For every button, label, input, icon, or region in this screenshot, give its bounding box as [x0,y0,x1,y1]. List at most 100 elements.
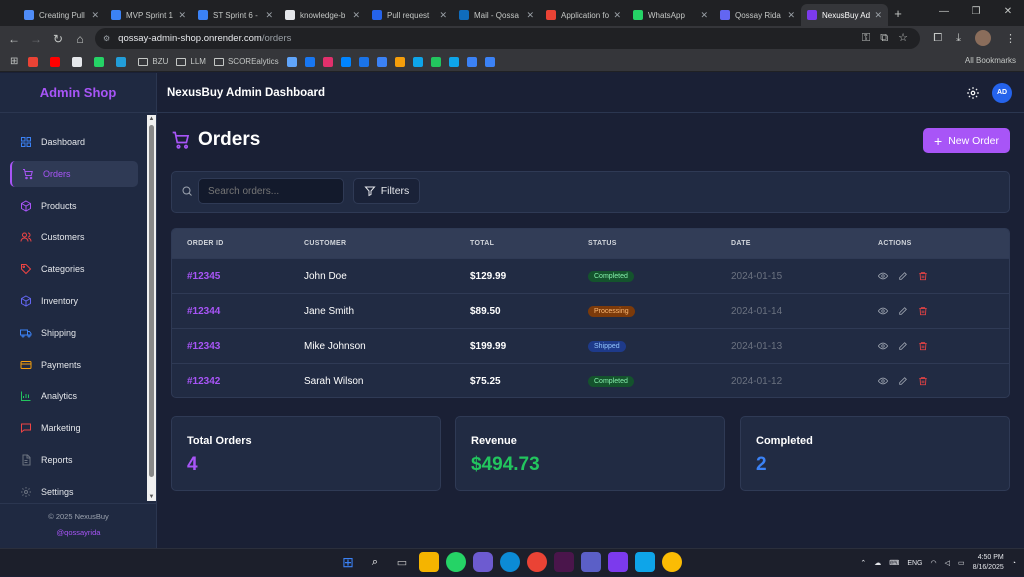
keyboard-icon[interactable]: ⌨ [889,559,899,567]
browser-tab[interactable]: NexusBuy Ad ✕ [801,4,888,26]
search-orders-input[interactable] [198,178,344,204]
visual-studio-icon[interactable] [608,552,628,572]
bookmark-favicon-icon[interactable] [430,56,441,67]
bookmark-item[interactable]: BZU [138,57,168,66]
clock[interactable]: 4:50 PM 8/16/2025 [973,553,1004,573]
view-eye-icon[interactable] [878,341,888,351]
tab-close-icon[interactable]: ✕ [91,10,99,21]
notifications-icon[interactable]: ◔ [1012,560,1016,567]
bookmark-favicon-icon[interactable] [376,56,387,67]
bookmark-item[interactable] [28,56,42,67]
language-indicator[interactable]: ENG [907,560,922,567]
bookmark-favicon-icon[interactable] [394,56,405,67]
browser-tab[interactable]: Application fo ✕ [540,4,627,26]
wifi-icon[interactable]: ◠ [930,559,936,567]
bookmark-favicon-icon[interactable] [412,56,423,67]
bookmark-item[interactable]: LLM [176,57,206,66]
apps-icon[interactable]: ⊞ [10,56,18,67]
view-eye-icon[interactable] [878,271,888,281]
edit-icon[interactable] [898,306,908,316]
browser-tab[interactable]: ST Sprint 6 - ✕ [192,4,279,26]
sidebar-item-products[interactable]: Products [10,193,138,219]
file-explorer-icon[interactable] [419,552,439,572]
cast-icon[interactable]: ⧉ [880,28,888,49]
minimize-icon[interactable]: — [928,0,960,26]
sidebar-item-inventory[interactable]: Inventory [10,288,138,314]
reload-icon[interactable]: ↻ [47,32,69,46]
forward-icon[interactable]: → [25,32,47,46]
scrollbar-thumb[interactable] [149,125,154,477]
order-id-link[interactable]: #12343 [187,341,220,352]
settings-gear-icon[interactable] [966,86,980,100]
tray-chevron-icon[interactable]: ⌃ [860,559,866,567]
sidebar-item-customers[interactable]: Customers [10,224,138,250]
delete-trash-icon[interactable] [918,376,928,386]
browser-tab[interactable]: MVP Sprint 1 ✕ [105,4,192,26]
tab-close-icon[interactable]: ✕ [787,10,795,21]
star-icon[interactable]: ☆ [898,28,908,49]
new-order-button[interactable]: + New Order [923,128,1010,153]
tab-close-icon[interactable]: ✕ [352,10,360,21]
sidebar-item-categories[interactable]: Categories [10,256,138,282]
edge-icon[interactable] [500,552,520,572]
order-id-link[interactable]: #12345 [187,271,220,282]
tab-close-icon[interactable]: ✕ [439,10,447,21]
sidebar-item-orders[interactable]: Orders [10,160,138,187]
tab-close-icon[interactable]: ✕ [613,10,621,21]
all-bookmarks[interactable]: All Bookmarks [965,56,1016,65]
browser-tab[interactable]: WhatsApp ✕ [627,4,714,26]
scroll-up-icon[interactable]: ▲ [147,116,156,122]
sidebar-item-analytics[interactable]: Analytics [10,383,138,409]
tab-close-icon[interactable]: ✕ [700,10,708,21]
volume-icon[interactable]: ◁ [945,559,950,567]
chrome-icon[interactable] [527,552,547,572]
profile-avatar[interactable] [975,30,991,46]
bookmark-favicon-icon[interactable] [484,56,495,67]
sidebar-item-marketing[interactable]: Marketing [10,415,138,441]
edit-icon[interactable] [898,271,908,281]
task-view-icon[interactable]: ▭ [392,552,412,572]
back-icon[interactable]: ← [3,32,25,46]
tab-close-icon[interactable]: ✕ [265,10,273,21]
start-icon[interactable]: ⊞ [338,552,358,572]
browser-tab[interactable]: knowledge-b ✕ [279,4,366,26]
bookmark-favicon-icon[interactable] [466,56,477,67]
delete-trash-icon[interactable] [918,271,928,281]
teams-icon[interactable] [581,552,601,572]
bookmark-favicon-icon[interactable] [448,56,459,67]
scroll-down-icon[interactable]: ▼ [147,494,156,500]
tab-close-icon[interactable]: ✕ [178,10,186,21]
view-eye-icon[interactable] [878,376,888,386]
footer-handle[interactable]: @qossayrida [0,528,157,537]
new-tab-icon[interactable]: + [888,6,908,21]
sidebar-item-settings[interactable]: Settings [10,479,138,501]
bookmark-item[interactable] [50,56,64,67]
bookmark-favicon-icon[interactable] [340,56,351,67]
site-info-icon[interactable]: ⚙ [103,34,110,43]
delete-trash-icon[interactable] [918,306,928,316]
sidebar-item-reports[interactable]: Reports [10,447,138,473]
bookmark-favicon-icon[interactable] [286,56,297,67]
extensions-icon[interactable]: ⧠ [933,32,942,45]
bookmark-favicon-icon[interactable] [358,56,369,67]
restore-icon[interactable]: ❐ [960,0,992,26]
slack-icon[interactable] [554,552,574,572]
filters-button[interactable]: Filters [353,178,420,204]
vscode-icon[interactable] [635,552,655,572]
bookmark-item[interactable] [94,56,108,67]
key-icon[interactable]: ⚿ [862,28,870,49]
tab-close-icon[interactable]: ✕ [874,10,882,21]
edit-icon[interactable] [898,376,908,386]
brand-logo[interactable]: Admin Shop [0,73,156,113]
browser-tab[interactable]: Creating Pull ✕ [18,4,105,26]
view-eye-icon[interactable] [878,306,888,316]
sidebar-item-dashboard[interactable]: Dashboard [10,129,138,155]
browser-tab[interactable]: Mail - Qossa ✕ [453,4,540,26]
sidebar-item-shipping[interactable]: Shipping [10,320,138,346]
bookmark-favicon-icon[interactable] [322,56,333,67]
chrome-active-icon[interactable] [662,552,682,572]
address-bar[interactable]: ⚙ qossay-admin-shop.onrender.com/orders … [95,28,920,49]
order-id-link[interactable]: #12344 [187,306,220,317]
sidebar-item-payments[interactable]: Payments [10,352,138,378]
copilot-icon[interactable] [473,552,493,572]
